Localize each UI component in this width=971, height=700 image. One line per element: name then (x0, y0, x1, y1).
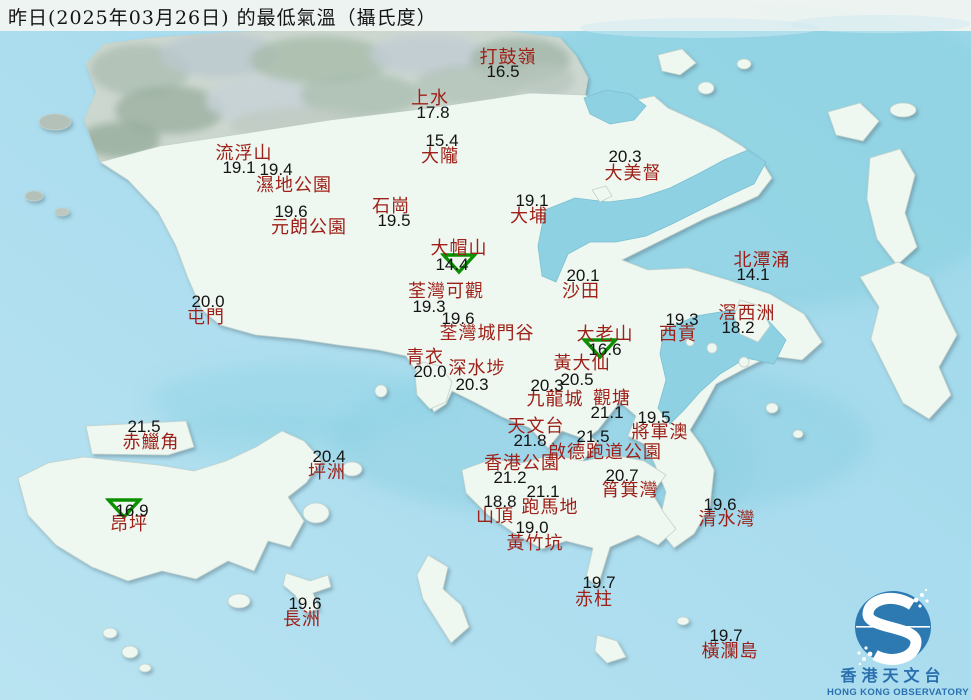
station-temperature: 15.4 (425, 131, 459, 150)
hong-kong-temperature-map: 香港天文台 HONG KONG OBSERVATORY 打鼓嶺 16.5 上水 … (0, 0, 971, 700)
station-temperature: 19.5 (377, 211, 411, 230)
station-temperature: 20.0 (191, 292, 225, 311)
station-temperature: 19.1 (515, 191, 549, 210)
station-temperature: 20.7 (605, 466, 639, 485)
station-temperature: 20.1 (566, 266, 600, 285)
station-temperature: 20.3 (455, 375, 489, 394)
station-temperature: 21.1 (526, 482, 560, 501)
station-temperature: 20.3 (608, 147, 642, 166)
station-temperature: 18.8 (483, 492, 517, 511)
station-temperature: 20.0 (413, 362, 447, 381)
station-temperature: 20.3 (530, 376, 564, 395)
station-temperature: 19.7 (709, 626, 743, 645)
station-temperature: 18.2 (721, 318, 755, 337)
station-temperature: 19.6 (288, 594, 322, 613)
station-temperature: 21.1 (590, 403, 624, 422)
station-temperature: 19.0 (515, 518, 549, 537)
station-temperature: 21.5 (127, 417, 161, 436)
page-title: 昨日(2025年03月26日) 的最低氣溫（攝氏度） (8, 7, 437, 29)
station-temperature: 19.5 (637, 408, 671, 427)
station-temperature: 19.1 (222, 158, 256, 177)
station-temperature: 16.9 (115, 501, 149, 520)
station-temperature: 21.5 (576, 427, 610, 446)
station-temperature: 19.3 (665, 310, 699, 329)
station-temperature: 14.4 (435, 255, 469, 274)
station-temperature: 17.8 (416, 103, 450, 122)
station-temperature: 19.7 (582, 573, 616, 592)
station-temperature: 20.4 (312, 447, 346, 466)
station-temperature: 21.2 (493, 468, 527, 487)
station-temperature: 14.1 (736, 265, 770, 284)
station-temperature: 19.6 (703, 495, 737, 514)
station-temperature: 21.8 (513, 431, 547, 450)
station-labels-layer: 打鼓嶺 16.5 上水 17.8 大隴 15.4 大美督 20.3 流浮山 19… (0, 0, 971, 700)
station-temperature: 19.4 (259, 160, 293, 179)
station-temperature: 16.5 (486, 62, 520, 81)
station-temperature: 19.6 (441, 309, 475, 328)
station-temperature: 19.6 (274, 202, 308, 221)
